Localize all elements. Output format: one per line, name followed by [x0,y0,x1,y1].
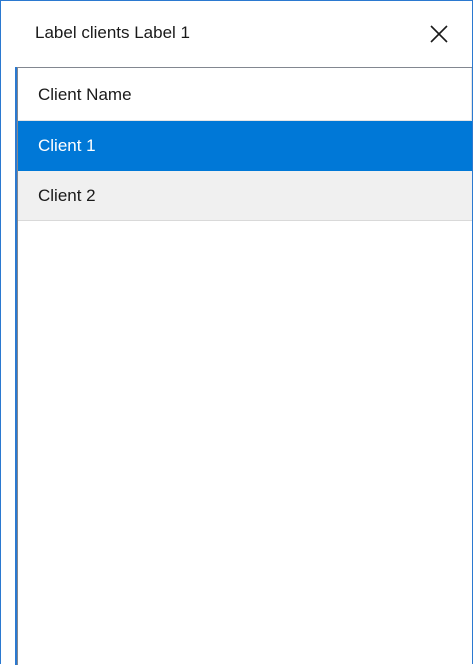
list-item-label: Client 1 [38,136,96,155]
window-title: Label clients Label 1 [35,23,191,42]
column-header-label: Client Name [38,85,132,104]
list-item-client-2[interactable]: Client 2 [18,171,472,221]
column-divider[interactable] [471,68,472,121]
title-bar[interactable]: Label clients Label 1 [1,1,472,67]
list-item-client-1[interactable]: Client 1 [18,121,472,171]
close-icon [430,25,448,43]
column-header-client-name[interactable]: Client Name [18,68,472,121]
close-button[interactable] [406,1,472,67]
dialog-window: Label clients Label 1 Client Name Client… [0,0,473,665]
list-item-label: Client 2 [38,186,96,205]
client-list[interactable]: Client Name Client 1 Client 2 [17,67,472,665]
